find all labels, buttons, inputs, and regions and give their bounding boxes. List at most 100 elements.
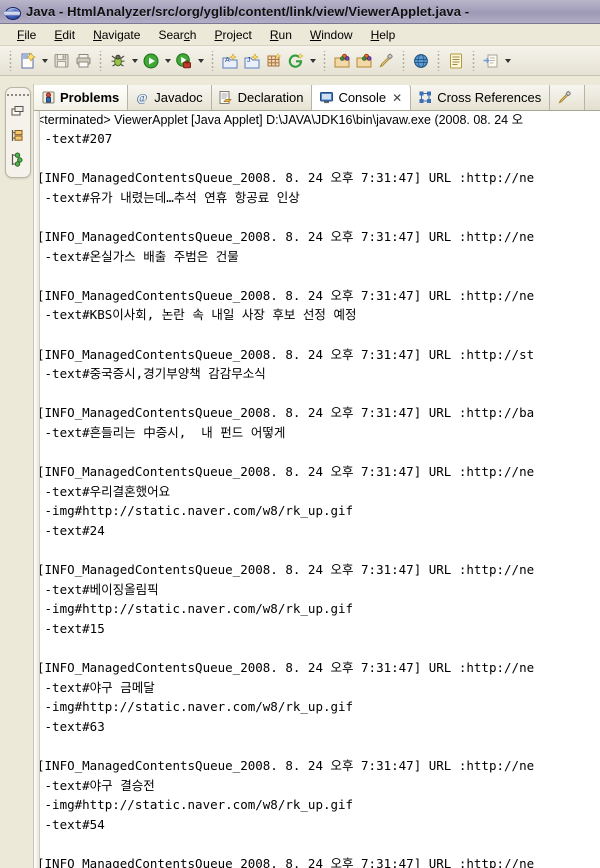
console-line: [INFO_ManagedContentsQueue_2008. 8. 24 오… [37,660,535,676]
search-icon[interactable] [375,50,397,72]
menu-project[interactable]: Project [205,26,260,44]
console-output[interactable]: -text#207 [INFO_ManagedContentsQueue_200… [35,129,600,868]
console-line: -text#중국증시,경기부양책 감감무소식 [37,366,266,382]
console-icon [318,90,334,106]
run-dropdown-arrow[interactable] [162,50,173,72]
console-line: [INFO_ManagedContentsQueue_2008. 8. 24 오… [37,855,535,868]
export-dropdown-arrow[interactable] [502,50,513,72]
svg-text:@: @ [136,91,147,105]
main-toolbar: A J [0,46,600,76]
open-type-icon[interactable] [331,50,353,72]
console-line: -text#베이징올림픽 [37,581,159,597]
declaration-icon [218,90,234,106]
run-icon[interactable] [140,50,162,72]
menu-search[interactable]: Search [149,26,205,44]
open-task-icon[interactable] [353,50,375,72]
svg-text:A: A [225,57,230,64]
new-java-project-icon[interactable] [263,50,285,72]
console-line: -text#63 [37,718,105,734]
toolbar-grip[interactable] [7,50,14,71]
debug-dropdown-arrow[interactable] [129,50,140,72]
problems-icon [40,90,56,106]
new-java-class-icon[interactable]: J [241,50,263,72]
print-icon[interactable] [72,50,94,72]
new-wizard-icon[interactable] [17,50,39,72]
toolbar-grip-6[interactable] [435,50,442,71]
title-bar: Java - HtmlAnalyzer/src/org/yglib/conten… [0,0,600,24]
console-view[interactable]: <terminated> ViewerApplet [Java Applet] … [34,111,600,868]
console-line: [INFO_ManagedContentsQueue_2008. 8. 24 오… [37,464,535,480]
tab-declaration-label: Declaration [237,90,304,105]
save-icon[interactable] [50,50,72,72]
console-line: [INFO_ManagedContentsQueue_2008. 8. 24 오… [37,405,535,421]
new-wizard-dropdown-arrow[interactable] [39,50,50,72]
tab-javadoc[interactable]: @ Javadoc [128,85,212,110]
svg-text:J: J [247,57,251,64]
tab-console[interactable]: Console ✕ [312,85,412,110]
new-annotation-icon[interactable] [285,50,307,72]
menu-bar: File Edit Navigate Search Project Run Wi… [0,24,600,46]
console-line: -text#유가 내렸는데…추석 연휴 항공료 인상 [37,189,300,205]
debug-icon[interactable] [107,50,129,72]
toolbar-grip-2[interactable] [97,50,104,71]
console-line: -text#24 [37,522,105,538]
new-java-package-icon[interactable]: A [219,50,241,72]
run-external-dropdown-arrow[interactable] [195,50,206,72]
new-annotation-dropdown-arrow[interactable] [307,50,318,72]
menu-navigate[interactable]: Navigate [84,26,149,44]
menu-file[interactable]: File [8,26,45,44]
toolbar-grip-7[interactable] [470,50,477,71]
outline-icon[interactable] [6,147,28,171]
fast-view-bar [0,84,34,868]
console-line: -img#http://static.naver.com/w8/rk_up.gi… [37,601,354,617]
console-line: -text#15 [37,620,105,636]
run-external-tools-icon[interactable] [173,50,195,72]
export-icon[interactable] [480,50,502,72]
tab-problems[interactable]: Problems [34,85,129,110]
menu-edit[interactable]: Edit [45,26,84,44]
window-title: Java - HtmlAnalyzer/src/org/yglib/conten… [26,4,470,19]
console-line: [INFO_ManagedContentsQueue_2008. 8. 24 오… [37,170,535,186]
cross-references-icon [417,90,433,106]
pin-brush-icon [556,90,572,106]
console-line: -text#KBS이사회, 논란 속 내일 사장 후보 선정 예정 [37,307,357,323]
menu-run[interactable]: Run [261,26,301,44]
tab-overflow[interactable] [550,85,586,110]
console-line: -text#야구 결승전 [37,777,155,793]
toolbar-grip-4[interactable] [321,50,328,71]
fast-view-grip[interactable] [6,90,30,99]
console-line: [INFO_ManagedContentsQueue_2008. 8. 24 오… [37,562,535,578]
tab-cross-references-label: Cross References [437,90,542,105]
tab-cross-references[interactable]: Cross References [411,85,551,110]
close-icon[interactable]: ✕ [392,91,402,105]
notes-icon[interactable] [445,50,467,72]
console-line: -img#http://static.naver.com/w8/rk_up.gi… [37,699,354,715]
menu-window[interactable]: Window [301,26,362,44]
tab-declaration[interactable]: Declaration [211,85,313,110]
javadoc-at-icon: @ [134,90,150,106]
toolbar-grip-5[interactable] [400,50,407,71]
toolbar-grip-3[interactable] [209,50,216,71]
console-left-gutter [34,111,40,868]
console-line: -text#흔들리는 中증시, 내 펀드 어떻게 [37,424,286,440]
view-tab-strip: Problems @ Javadoc Declaration Console ✕… [34,85,600,111]
fast-view-box [5,87,31,178]
console-line: [INFO_ManagedContentsQueue_2008. 8. 24 오… [37,287,535,303]
menu-help[interactable]: Help [362,26,405,44]
console-line: [INFO_ManagedContentsQueue_2008. 8. 24 오… [37,228,535,244]
eclipse-sphere-icon [4,4,21,20]
tab-problems-label: Problems [60,90,120,105]
globe-icon[interactable] [410,50,432,72]
hierarchy-icon[interactable] [6,123,28,147]
package-explorer-icon[interactable] [6,99,28,123]
console-line: -text#207 [37,131,113,146]
menu-file-label: ile [24,27,37,42]
